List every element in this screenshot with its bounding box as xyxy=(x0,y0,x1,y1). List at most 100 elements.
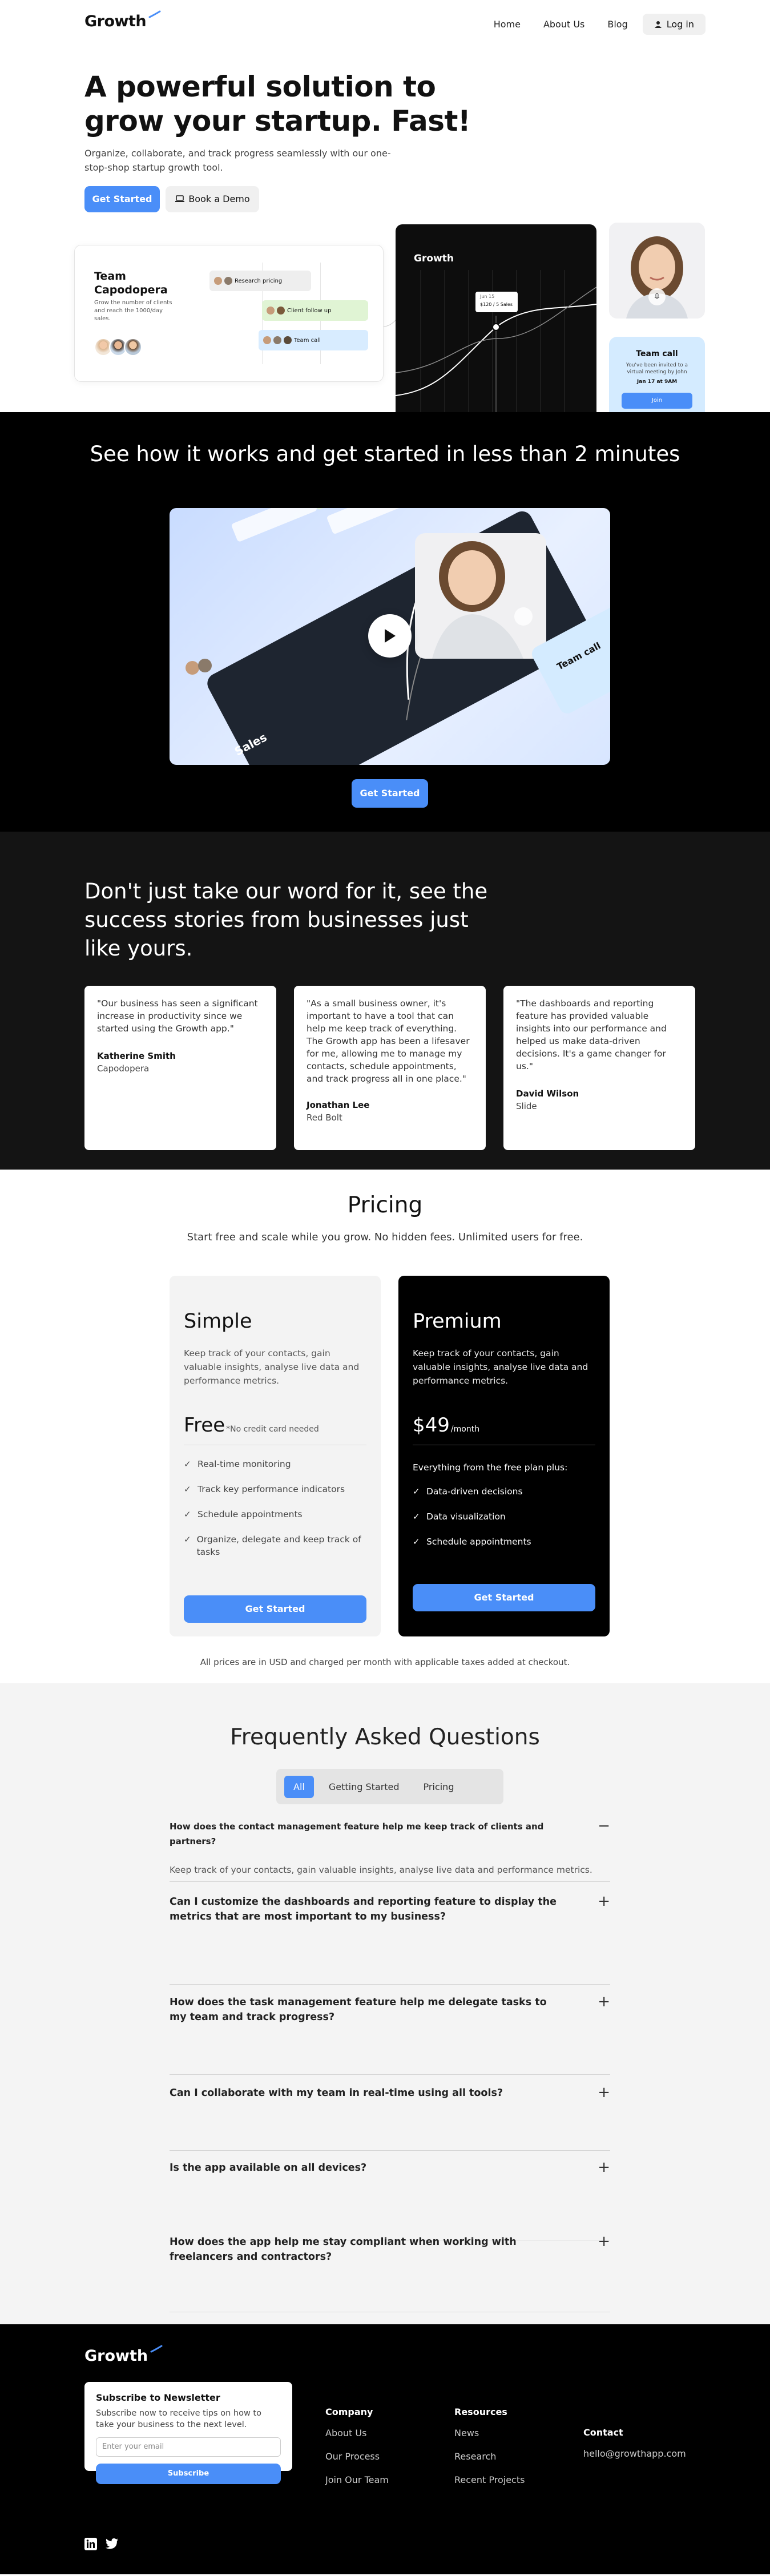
faq-item[interactable]: Can I customize the dashboards and repor… xyxy=(170,1894,610,1985)
footer-link-research[interactable]: Research xyxy=(454,2451,525,2462)
video-get-started-button[interactable]: Get Started xyxy=(352,779,428,808)
call-card-date: Jan 17 at 9AM xyxy=(636,379,678,385)
premium-get-started-button[interactable]: Get Started xyxy=(413,1584,595,1611)
hero-get-started-button[interactable]: Get Started xyxy=(84,186,160,212)
task-label: Client follow up xyxy=(287,307,332,314)
testimonial-name: David Wilson xyxy=(516,1089,579,1099)
check-icon: ✓ xyxy=(184,1459,191,1469)
login-button[interactable]: Log in xyxy=(642,14,706,35)
testimonial-card: "Our business has seen a significant inc… xyxy=(84,986,276,1150)
task-research-pricing[interactable]: Research pricing xyxy=(209,271,311,291)
price-note: *No credit card needed xyxy=(226,1425,319,1434)
tab-getting-started[interactable]: Getting Started xyxy=(320,1776,409,1798)
plan-feature: ✓ Track key performance indicators xyxy=(184,1483,366,1495)
faq-item[interactable]: Can I collaborate with my team in real-t… xyxy=(170,2085,610,2151)
join-call-button[interactable]: Join xyxy=(622,393,692,409)
growth-chart-card: Growth Jun 15 $120 / 5 Sales xyxy=(396,224,596,431)
footer-contact-email[interactable]: hello@growthapp.com xyxy=(583,2448,686,2459)
play-icon xyxy=(385,629,396,643)
pricing-note: All prices are in USD and charged per mo… xyxy=(200,1657,570,1667)
avatar xyxy=(224,277,232,285)
plan-feature: ✓ Organize, delegate and keep track of ta… xyxy=(184,1533,366,1558)
logo-swoosh-icon xyxy=(150,2345,163,2353)
newsletter-email-input[interactable]: Enter your email xyxy=(96,2437,281,2457)
faq-question: Is the app available on all devices? xyxy=(170,2162,367,2174)
avatar xyxy=(267,307,275,315)
testimonial-card: "As a small business owner, it's importa… xyxy=(294,986,486,1150)
hero-section: A powerful solution to grow your startup… xyxy=(0,47,770,431)
collapse-icon[interactable]: − xyxy=(598,1819,610,1833)
pricing-section: Pricing Start free and scale while you g… xyxy=(0,1170,770,1683)
faq-item[interactable]: Is the app available on all devices? + xyxy=(170,2160,610,2240)
twitter-icon[interactable] xyxy=(105,2538,119,2550)
chart-tooltip-value: $120 / 5 Sales xyxy=(480,302,513,307)
expand-icon[interactable]: + xyxy=(598,2234,610,2249)
footer-link-about[interactable]: About Us xyxy=(325,2428,389,2438)
avatar xyxy=(214,277,222,285)
plan-simple-card: Simple Keep track of your contacts, gain… xyxy=(170,1276,381,1636)
check-icon: ✓ xyxy=(413,1537,420,1547)
video-player[interactable]: Sales Team call xyxy=(170,508,610,765)
task-team-call[interactable]: Team call xyxy=(259,330,368,350)
tab-all[interactable]: All xyxy=(284,1775,314,1798)
avatar xyxy=(263,336,271,344)
expand-icon[interactable]: + xyxy=(598,2085,610,2100)
expand-icon[interactable]: + xyxy=(598,2160,610,2175)
footer-resources-column: Resources News Research Recent Projects xyxy=(454,2406,525,2498)
nav-home-link[interactable]: Home xyxy=(486,14,529,34)
plan-desc: Keep track of your contacts, gain valuab… xyxy=(413,1348,588,1386)
user-icon xyxy=(654,21,662,28)
laptop-icon xyxy=(175,195,185,202)
call-card-desc: You've been invited to a virtual meeting… xyxy=(626,362,688,375)
testimonial-name: Jonathan Lee xyxy=(307,1100,370,1110)
footer-link-process[interactable]: Our Process xyxy=(325,2451,389,2462)
microphone-icon[interactable] xyxy=(648,288,666,305)
faq-item[interactable]: How does the app help me stay compliant … xyxy=(170,2234,610,2312)
book-demo-button[interactable]: Book a Demo xyxy=(166,186,259,212)
price-amount: Free xyxy=(184,1414,225,1437)
simple-get-started-button[interactable]: Get Started xyxy=(184,1595,366,1623)
testimonial-quote: "The dashboards and reporting feature ha… xyxy=(516,998,667,1071)
testimonial-quote: "As a small business owner, it's importa… xyxy=(307,998,470,1084)
feature-label: Data-driven decisions xyxy=(426,1486,523,1497)
footer-column-title: Resources xyxy=(454,2406,507,2417)
call-card-title: Team call xyxy=(636,349,678,358)
footer-link-join[interactable]: Join Our Team xyxy=(325,2474,389,2485)
expand-icon[interactable]: + xyxy=(598,1894,610,1909)
feature-label: Schedule appointments xyxy=(426,1537,531,1547)
video-section-title: See how it works and get started in less… xyxy=(90,442,680,466)
team-card: Team Capodopera Grow the number of clien… xyxy=(74,245,384,382)
team-card-desc: Grow the number of clients and reach the… xyxy=(94,300,172,322)
expand-icon[interactable]: + xyxy=(598,1994,610,2009)
footer-company-column: Company About Us Our Process Join Our Te… xyxy=(325,2406,389,2498)
feature-label: Schedule appointments xyxy=(197,1509,303,1519)
footer-link-projects[interactable]: Recent Projects xyxy=(454,2474,525,2485)
hero-subtitle: Organize, collaborate, and track progres… xyxy=(84,148,391,173)
feature-label: Track key performance indicators xyxy=(197,1484,345,1494)
faq-item[interactable]: How does the task management feature hel… xyxy=(170,1994,610,2075)
social-links xyxy=(84,2538,119,2550)
newsletter-box: Subscribe to Newsletter Subscribe now to… xyxy=(84,2382,292,2484)
nav-blog-link[interactable]: Blog xyxy=(599,14,635,34)
task-client-follow-up[interactable]: Client follow up xyxy=(262,300,368,321)
hero-title: A powerful solution to grow your startup… xyxy=(84,70,471,138)
logo[interactable]: Growth xyxy=(84,10,161,30)
testimonials-title: Don't just take our word for it, see the… xyxy=(84,879,488,961)
nav-about-link[interactable]: About Us xyxy=(535,14,592,34)
task-label: Research pricing xyxy=(235,277,283,284)
testimonial-company: Red Bolt xyxy=(307,1112,342,1123)
price-note: /month xyxy=(450,1425,480,1434)
linkedin-icon[interactable] xyxy=(84,2538,97,2550)
faq-item[interactable]: How does the contact management feature … xyxy=(170,1819,610,1882)
subscribe-button[interactable]: Subscribe xyxy=(96,2464,281,2484)
footer-logo[interactable]: Growth xyxy=(84,2345,163,2365)
testimonial-card: "The dashboards and reporting feature ha… xyxy=(503,986,695,1150)
plan-feature: ✓ Real-time monitoring xyxy=(184,1458,366,1470)
footer-link-news[interactable]: News xyxy=(454,2428,525,2438)
play-button[interactable] xyxy=(368,614,412,658)
newsletter-title: Subscribe to Newsletter xyxy=(96,2392,220,2403)
faq-answer: Keep track of your contacts, gain valuab… xyxy=(170,1865,592,1875)
check-icon: ✓ xyxy=(413,1486,420,1497)
tab-pricing[interactable]: Pricing xyxy=(414,1776,463,1798)
pricing-subtitle: Start free and scale while you grow. No … xyxy=(187,1231,583,1243)
